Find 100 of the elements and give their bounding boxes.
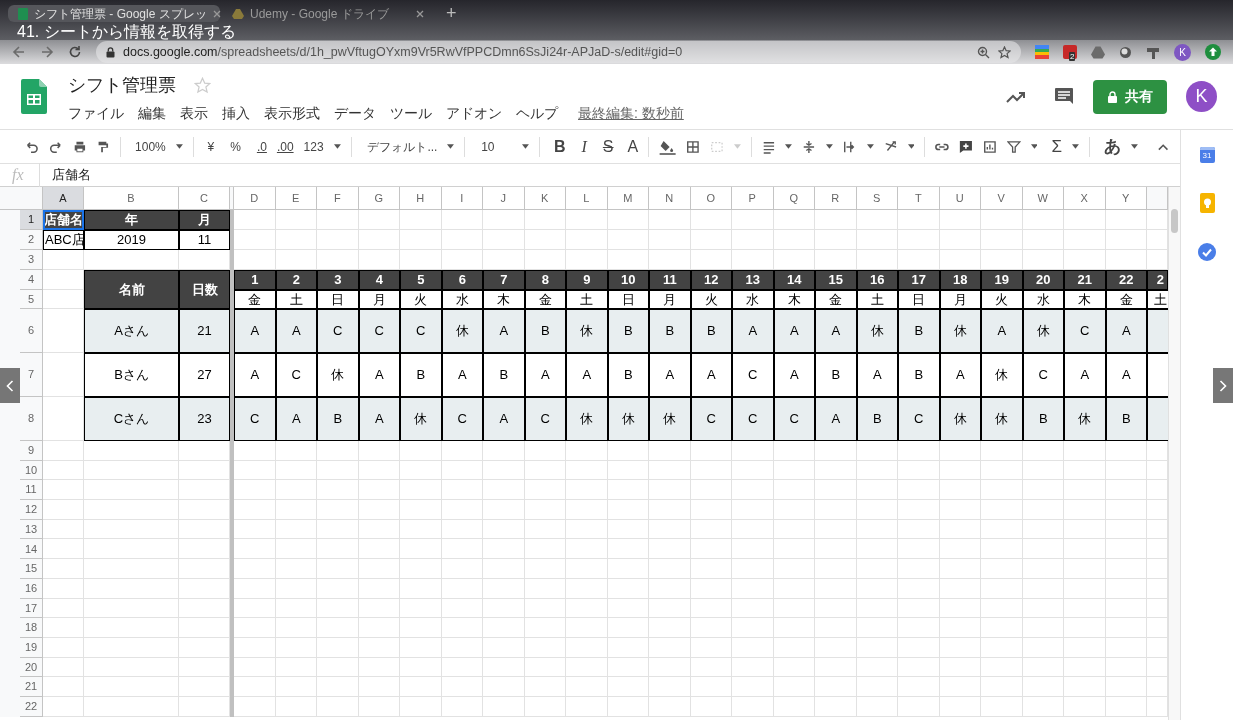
table-cell[interactable]: A: [815, 397, 857, 441]
table-cell[interactable]: 11: [179, 230, 230, 250]
column-header[interactable]: H: [400, 187, 442, 210]
row-header[interactable]: 6: [20, 309, 43, 353]
table-header-cell[interactable]: 11: [649, 270, 691, 290]
table-cell[interactable]: 27: [179, 353, 230, 397]
table-cell[interactable]: 年: [84, 210, 179, 230]
table-cell[interactable]: 水: [732, 290, 774, 309]
table-cell[interactable]: B: [649, 309, 691, 353]
table-cell[interactable]: 休: [939, 397, 981, 441]
table-header-cell[interactable]: 8: [524, 270, 566, 290]
document-title[interactable]: シフト管理票: [68, 71, 176, 99]
last-edit-link[interactable]: 最終編集: 数秒前: [578, 102, 684, 124]
menu-item[interactable]: アドオン: [446, 102, 502, 124]
table-header-cell[interactable]: 5: [400, 270, 442, 290]
font-size-dropdown[interactable]: 10: [481, 137, 513, 156]
table-cell[interactable]: Cさん: [84, 397, 179, 441]
table-cell[interactable]: 火: [690, 290, 732, 309]
table-header-cell[interactable]: 7: [483, 270, 525, 290]
menu-item[interactable]: ファイル: [68, 102, 124, 124]
table-cell[interactable]: 金: [815, 290, 857, 309]
table-header-cell[interactable]: 2: [1147, 270, 1168, 290]
extension-icon[interactable]: 2: [1063, 45, 1077, 59]
table-cell[interactable]: 月: [179, 210, 230, 230]
table-cell[interactable]: C: [441, 397, 483, 441]
table-cell[interactable]: 休: [566, 397, 608, 441]
table-cell[interactable]: 金: [234, 290, 276, 309]
menu-item[interactable]: 挿入: [222, 102, 250, 124]
table-cell[interactable]: 火: [981, 290, 1023, 309]
table-cell[interactable]: 23: [179, 397, 230, 441]
column-header[interactable]: L: [566, 187, 608, 210]
row-header[interactable]: 3: [20, 250, 43, 270]
table-cell[interactable]: A: [1105, 309, 1147, 353]
menu-item[interactable]: 編集: [138, 102, 166, 124]
column-header[interactable]: Q: [773, 187, 815, 210]
browser-tab[interactable]: Udemy - Google ドライブ: [222, 5, 434, 22]
table-cell[interactable]: 休: [981, 397, 1023, 441]
column-header[interactable]: S: [856, 187, 898, 210]
table-cell[interactable]: A: [773, 309, 815, 353]
row-header[interactable]: 1: [20, 210, 43, 230]
row-header[interactable]: 21: [20, 677, 43, 697]
table-cell[interactable]: 土: [275, 290, 317, 309]
table-cell[interactable]: A: [815, 309, 857, 353]
account-avatar[interactable]: K: [1186, 81, 1217, 112]
table-cell[interactable]: A: [856, 353, 898, 397]
table-cell[interactable]: B: [856, 397, 898, 441]
table-cell[interactable]: A: [234, 353, 276, 397]
table-header-cell[interactable]: 2: [275, 270, 317, 290]
row-header[interactable]: 4: [20, 270, 43, 290]
table-cell[interactable]: B: [1022, 397, 1064, 441]
row-header[interactable]: 2: [20, 230, 43, 250]
table-cell[interactable]: 休: [856, 309, 898, 353]
table-cell[interactable]: 日: [317, 290, 359, 309]
table-cell[interactable]: 休: [607, 397, 649, 441]
table-cell[interactable]: B: [1105, 397, 1147, 441]
table-cell[interactable]: B: [690, 309, 732, 353]
table-cell[interactable]: 21: [179, 309, 230, 353]
table-header-cell[interactable]: 日数: [179, 270, 230, 309]
table-cell[interactable]: A: [234, 309, 276, 353]
table-cell[interactable]: C: [400, 309, 442, 353]
new-tab-button[interactable]: +: [436, 5, 467, 22]
table-cell[interactable]: 月: [649, 290, 691, 309]
table-cell[interactable]: B: [607, 309, 649, 353]
table-cell[interactable]: C: [732, 353, 774, 397]
font-dropdown[interactable]: デフォルト...: [367, 137, 438, 156]
row-header[interactable]: 14: [20, 539, 43, 560]
table-header-cell[interactable]: 10: [607, 270, 649, 290]
column-header[interactable]: F: [317, 187, 359, 210]
table-cell[interactable]: 2019: [84, 230, 179, 250]
row-header[interactable]: 11: [20, 480, 43, 501]
table-cell[interactable]: C: [317, 309, 359, 353]
column-header[interactable]: X: [1064, 187, 1106, 210]
table-cell[interactable]: 日: [898, 290, 940, 309]
table-cell[interactable]: 休: [1022, 309, 1064, 353]
decrease-decimal-button[interactable]: .0: [256, 137, 267, 156]
table-cell[interactable]: A: [649, 353, 691, 397]
strikethrough-button[interactable]: S: [602, 134, 614, 159]
text-color-button[interactable]: A: [627, 134, 639, 159]
column-header[interactable]: P: [732, 187, 774, 210]
table-cell[interactable]: A: [566, 353, 608, 397]
row-header[interactable]: 12: [20, 500, 43, 520]
table-header-cell[interactable]: 21: [1064, 270, 1106, 290]
input-tools-button[interactable]: あ: [1103, 133, 1121, 160]
table-header-cell[interactable]: 14: [773, 270, 815, 290]
column-header[interactable]: T: [898, 187, 940, 210]
table-cell[interactable]: 木: [1064, 290, 1106, 309]
column-header[interactable]: W: [1022, 187, 1064, 210]
table-cell[interactable]: 水: [441, 290, 483, 309]
column-header[interactable]: R: [815, 187, 857, 210]
column-header[interactable]: M: [607, 187, 649, 210]
table-cell[interactable]: 休: [317, 353, 359, 397]
table-header-cell[interactable]: 4: [358, 270, 400, 290]
column-header[interactable]: I: [441, 187, 483, 210]
table-cell[interactable]: 休: [400, 397, 442, 441]
table-cell[interactable]: 日: [607, 290, 649, 309]
row-header[interactable]: 5: [20, 290, 43, 309]
table-cell[interactable]: B: [815, 353, 857, 397]
table-cell[interactable]: 月: [358, 290, 400, 309]
table-cell[interactable]: A: [483, 309, 525, 353]
table-cell[interactable]: 水: [1022, 290, 1064, 309]
